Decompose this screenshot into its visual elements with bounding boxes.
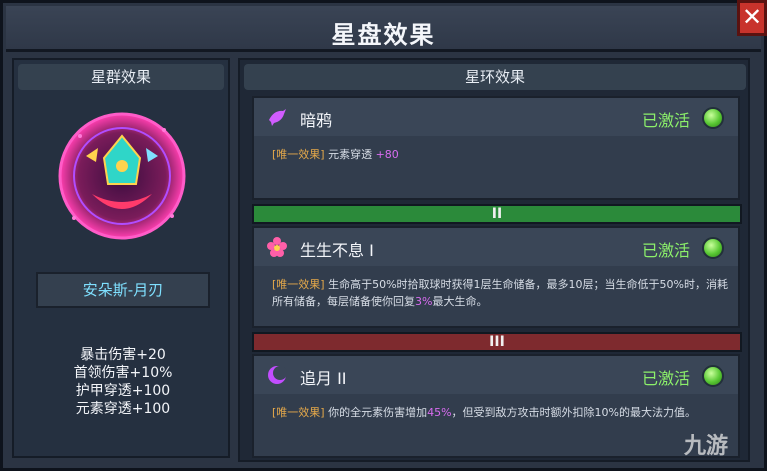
card-header: 生生不息 I 已激活 (254, 228, 738, 266)
constellation-header: 星群效果 (18, 64, 224, 90)
effect-status: 已激活 (641, 111, 690, 130)
flower-icon (267, 237, 287, 257)
site-watermark: 九游 (684, 434, 729, 459)
effect-status: 已激活 (641, 241, 690, 260)
crescent-moon-icon (268, 366, 287, 384)
constellation-stats: 暴击伤害+20 首领伤害+10% 护甲穿透+100 元素穿透+100 (14, 346, 232, 418)
ring-tier-divider: II (252, 204, 742, 224)
close-button[interactable]: ✕ (737, 0, 767, 36)
effect-name: 追月 II (300, 369, 347, 388)
raven-icon (269, 109, 286, 126)
effect-name: 生生不息 I (300, 241, 374, 260)
effect-highlight: +80 (375, 148, 399, 161)
ring-tier-divider: III (252, 332, 742, 352)
constellation-emblem-icon (58, 112, 186, 240)
star-ring-header: 星环效果 (244, 64, 746, 90)
stat-line: 护甲穿透+100 (75, 383, 171, 399)
effect-status: 已激活 (641, 369, 690, 388)
ring-effect-card: 生生不息 I 已激活 [唯一效果] 生命高于50%时拾取球时获得1层生命储备，最… (252, 226, 740, 328)
effect-tag: [唯一效果] (272, 406, 325, 419)
card-header: 暗鸦 已激活 (254, 98, 738, 136)
ring-effect-card: 追月 II 已激活 [唯一效果] 你的全元素伤害增加45%，但受到敌方攻击时额外… (252, 354, 740, 458)
active-indicator-icon (702, 365, 724, 387)
active-indicator-icon (702, 107, 724, 129)
effect-description: [唯一效果] 你的全元素伤害增加45%，但受到敌方攻击时额外扣除10%的最大法力… (272, 404, 732, 421)
title-bar: 星盘效果 (6, 6, 761, 52)
stat-line: 暴击伤害+20 (80, 347, 166, 363)
stat-line: 首领伤害+10% (73, 365, 173, 381)
effect-description: [唯一效果] 生命高于50%时拾取球时获得1层生命储备，最多10层；当生命低于5… (272, 276, 732, 310)
constellation-name: 安朵斯-月刃 (36, 272, 210, 308)
effect-name: 暗鸦 (300, 111, 333, 130)
effect-description: [唯一效果] 元素穿透 +80 (272, 146, 732, 163)
effect-tag: [唯一效果] (272, 148, 325, 161)
effect-text: 生命高于50%时拾取球时获得1层生命储备，最多10层；当生命低于50%时，消耗所… (272, 278, 728, 308)
effect-highlight: 3% (415, 295, 433, 308)
effect-text: 元素穿透 (324, 148, 376, 161)
window-title: 星盘效果 (331, 21, 436, 49)
effect-text-tail: 最大生命。 (432, 295, 488, 308)
stat-line: 元素穿透+100 (75, 401, 171, 417)
effect-highlight: 45% (427, 406, 452, 419)
effect-tag: [唯一效果] (272, 278, 325, 291)
constellation-panel: 星群效果 安朵斯-月刃 暴击伤害+20 首领伤害+10% 护甲穿透+100 元素… (12, 58, 230, 458)
active-indicator-icon (702, 237, 724, 259)
star-ring-panel: 星环效果 暗鸦 已激活 [唯一效果] 元素穿透 +80 II 生生不息 I 已激… (238, 58, 750, 462)
effect-text-tail: ，但受到敌方攻击时额外扣除10%的最大法力值。 (451, 406, 696, 419)
card-header: 追月 II 已激活 (254, 356, 738, 394)
ring-effect-card: 暗鸦 已激活 [唯一效果] 元素穿透 +80 (252, 96, 740, 200)
effect-text: 你的全元素伤害增加 (324, 406, 428, 419)
